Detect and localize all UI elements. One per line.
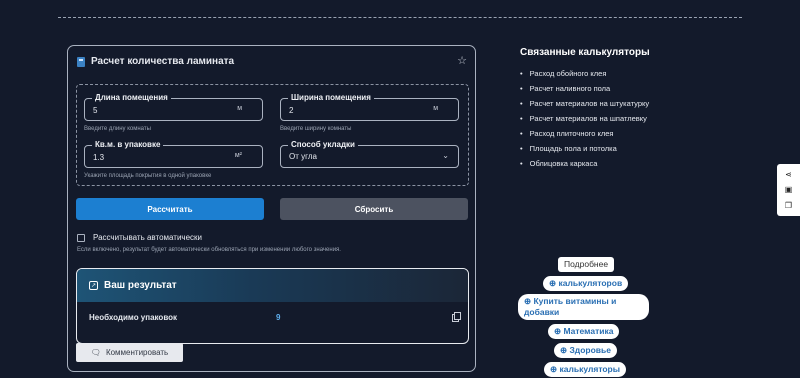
width-field: Ширина помещения м Введите ширину комнат… xyxy=(280,93,459,132)
related-item[interactable]: Расчет материалов на штукатурку xyxy=(520,98,649,113)
save-icon[interactable]: ▣ xyxy=(785,185,793,194)
length-unit: м xyxy=(237,105,242,112)
pack-area-field: Кв.м. в упаковке м² Укажите площадь покр… xyxy=(84,140,263,179)
result-row: Необходимо упаковок 9 xyxy=(77,302,468,342)
comment-button[interactable]: 🗨 Комментировать xyxy=(76,343,183,362)
related-list: Расход обойного клея Расчет наливного по… xyxy=(520,68,649,173)
related-item[interactable]: Расход обойного клея xyxy=(520,68,649,83)
pack-area-hint: Укажите площадь покрытия в одной упаковк… xyxy=(84,173,212,179)
top-divider xyxy=(58,17,742,18)
width-box: Ширина помещения м xyxy=(280,93,459,121)
copy-icon[interactable] xyxy=(452,312,461,322)
reset-button[interactable]: Сбросить xyxy=(280,198,468,220)
calculate-button[interactable]: Рассчитать xyxy=(76,198,264,220)
width-unit: м xyxy=(433,105,438,112)
related-title: Связанные калькуляторы xyxy=(520,47,650,58)
inputs-box: Длина помещения м Введите длину комнаты … xyxy=(76,84,469,186)
pack-area-label: Кв.м. в упаковке xyxy=(92,140,164,150)
pill-math[interactable]: ⊕ Математика xyxy=(548,324,620,339)
length-label: Длина помещения xyxy=(92,93,171,103)
pack-area-input[interactable] xyxy=(93,151,223,163)
side-toolbar: ⋖ ▣ ❐ xyxy=(777,164,800,216)
width-hint: Введите ширину комнаты xyxy=(280,126,352,132)
result-panel: ↗ Ваш результат Необходимо упаковок 9 xyxy=(76,268,469,344)
result-title: Ваш результат xyxy=(104,280,177,291)
result-label: Необходимо упаковок xyxy=(89,313,178,322)
length-input[interactable] xyxy=(93,104,223,116)
method-select[interactable]: Способ укладки От угла ⌄ xyxy=(280,140,459,168)
auto-calc-hint: Если включено, результат будет автоматич… xyxy=(77,247,341,253)
chart-icon: ↗ xyxy=(89,281,98,290)
method-label: Способ укладки xyxy=(288,140,358,150)
auto-calc-row[interactable]: Рассчитывать автоматически xyxy=(77,233,202,242)
pill-vitamins-line2: добавки xyxy=(524,307,560,317)
related-item[interactable]: Расчет материалов на шпатлевку xyxy=(520,113,649,128)
pill-vitamins-line1: ⊕ Купить витамины и xyxy=(524,296,617,306)
auto-calc-label: Рассчитывать автоматически xyxy=(93,233,203,242)
calculator-card: Расчет количества ламината ☆ Длина помещ… xyxy=(67,45,476,372)
length-field: Длина помещения м Введите длину комнаты xyxy=(84,93,263,132)
card-title: Расчет количества ламината xyxy=(91,56,235,67)
comment-label: Комментировать xyxy=(105,348,169,357)
related-item[interactable]: Площадь пола и потолка xyxy=(520,143,649,158)
copy-icon[interactable]: ❐ xyxy=(785,201,792,210)
related-item[interactable]: Облицовка каркаса xyxy=(520,158,649,173)
result-header: ↗ Ваш результат xyxy=(77,269,468,302)
related-item[interactable]: Расчет наливного пола xyxy=(520,83,649,98)
star-icon[interactable]: ☆ xyxy=(457,54,467,67)
auto-calc-checkbox[interactable] xyxy=(77,233,85,242)
length-hint: Введите длину комнаты xyxy=(84,126,151,132)
width-input[interactable] xyxy=(289,104,419,116)
pill-calculators[interactable]: ⊕ калькуляторов xyxy=(543,276,629,291)
more-button[interactable]: Подробнее xyxy=(558,257,615,272)
chevron-down-icon: ⌄ xyxy=(442,151,449,160)
related-item[interactable]: Расход плиточного клея xyxy=(520,128,649,143)
method-value: От угла xyxy=(289,152,317,161)
length-box: Длина помещения м xyxy=(84,93,263,121)
pack-area-box: Кв.м. в упаковке м² xyxy=(84,140,263,168)
width-label: Ширина помещения xyxy=(288,93,374,103)
method-field[interactable]: Способ укладки От угла ⌄ xyxy=(280,140,459,168)
comment-icon: 🗨 xyxy=(90,348,101,357)
calculator-icon xyxy=(77,56,85,67)
card-header: Расчет количества ламината xyxy=(77,56,234,67)
pill-calculators-2[interactable]: ⊕ калькуляторы xyxy=(544,362,627,377)
share-icon[interactable]: ⋖ xyxy=(785,170,792,179)
pill-vitamins[interactable]: ⊕ Купить витамины и добавки xyxy=(518,294,649,320)
pill-health[interactable]: ⊕ Здоровье xyxy=(554,343,617,358)
pack-area-unit: м² xyxy=(234,152,242,159)
result-value: 9 xyxy=(276,313,281,322)
